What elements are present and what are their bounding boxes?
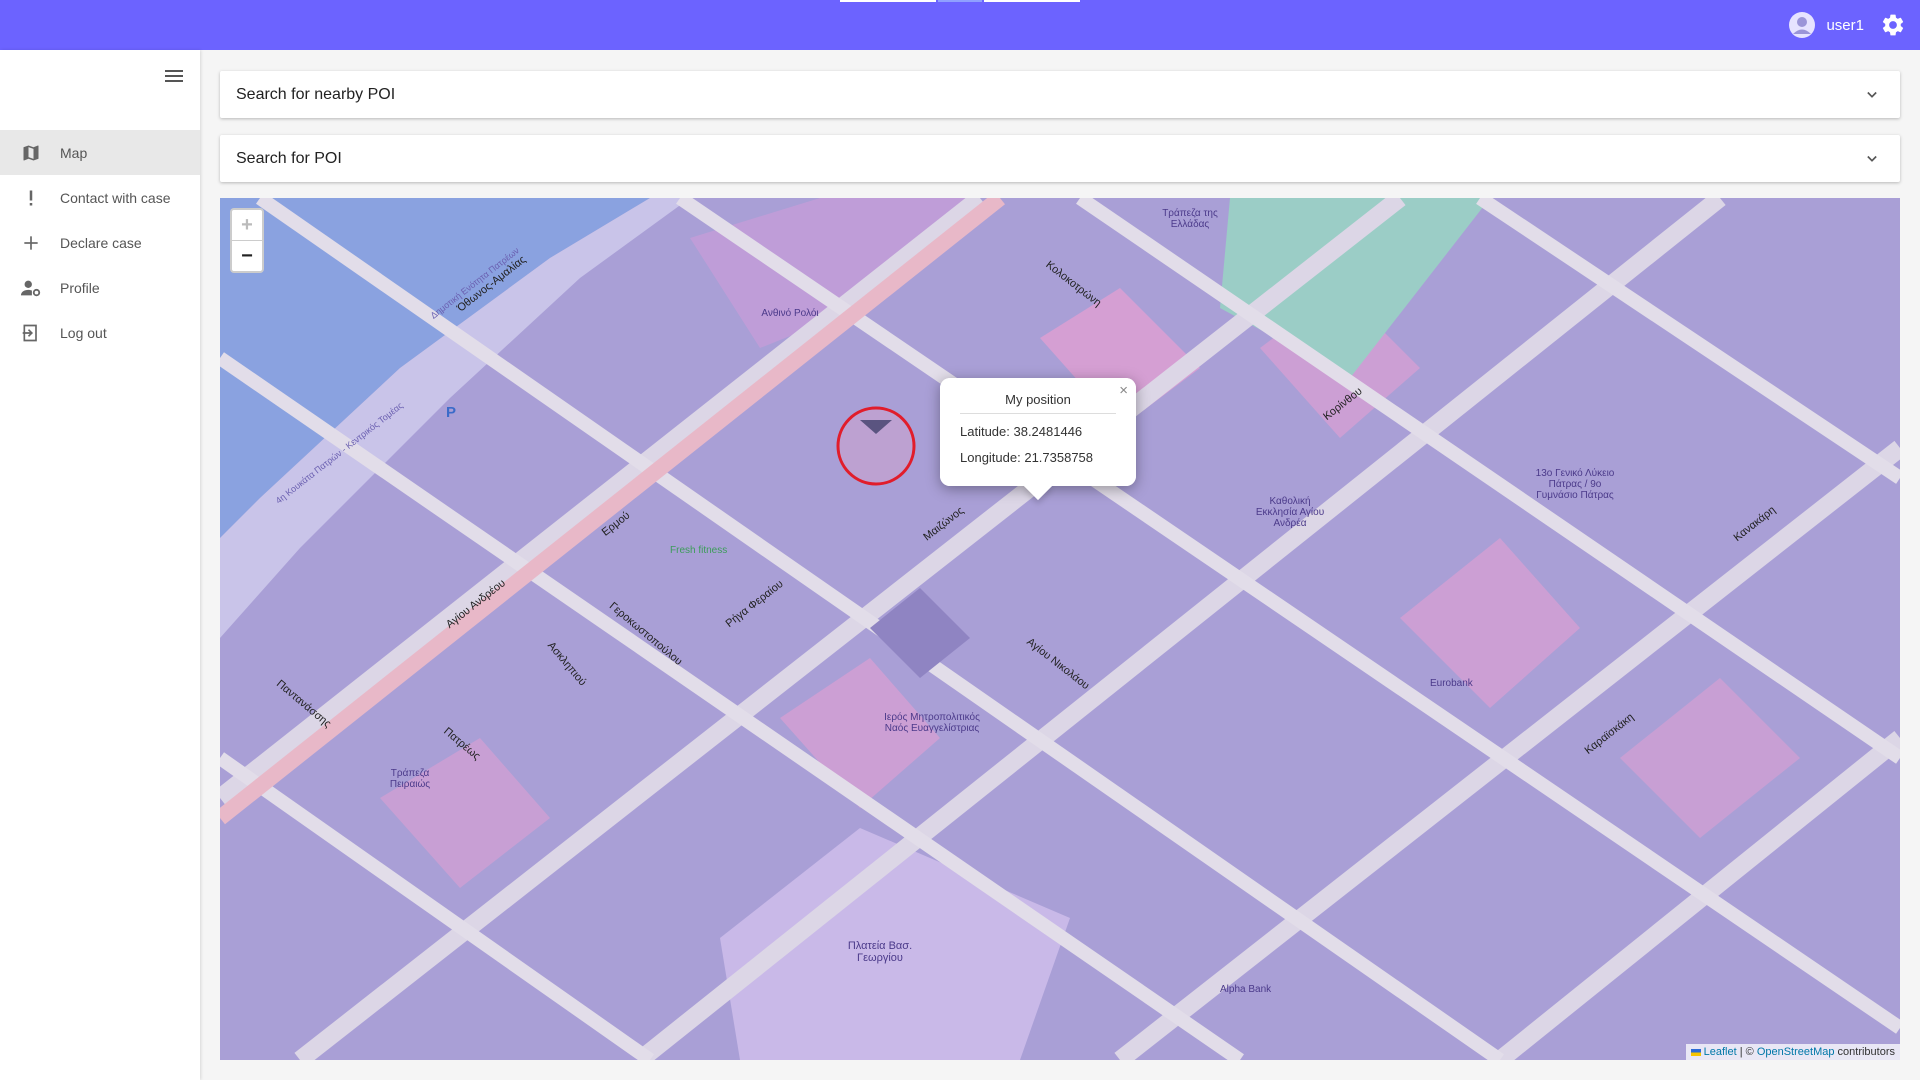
ukraine-flag-icon — [1690, 1048, 1701, 1056]
zoom-out-button[interactable]: − — [232, 240, 262, 271]
popup-content: My position Latitude: 38.2481446 Longitu… — [940, 378, 1136, 486]
map-label-square: Πλατεία Βασ. Γεωργίου — [847, 940, 913, 964]
poi-accordion[interactable]: Search for POI — [220, 135, 1900, 182]
sidebar-item-contact-with-case[interactable]: Contact with case — [0, 175, 200, 220]
account-circle-icon — [1789, 12, 1816, 38]
attribution-suffix: contributors — [1834, 1046, 1895, 1058]
sidebar-item-profile[interactable]: Profile — [0, 265, 200, 310]
attribution-separator: | © — [1736, 1046, 1757, 1058]
map-tiles — [220, 198, 1900, 1060]
map-label-bank2: Τράπεζα της Ελλάδας — [1162, 208, 1218, 230]
popup-close-button[interactable]: × — [1119, 382, 1128, 399]
map-label-fresh-fitness: Fresh fitness — [670, 545, 728, 556]
map-label-clock: Ανθινό Ρολόι — [761, 308, 819, 319]
map-attribution: Leaflet | © OpenStreetMap contributors — [1685, 1044, 1900, 1060]
user-settings-icon — [20, 277, 42, 299]
nearby-poi-accordion-title: Search for nearby POI — [236, 85, 396, 103]
sidebar-item-label: Log out — [60, 324, 107, 341]
user-menu[interactable]: user1 — [1788, 10, 1864, 40]
popup-divider — [960, 413, 1116, 414]
menu-hamburger-icon[interactable] — [162, 64, 186, 88]
popup-latitude: Latitude: 38.2481446 — [960, 424, 1083, 439]
sidebar-item-map[interactable]: Map — [0, 130, 200, 175]
nearby-poi-accordion[interactable]: Search for nearby POI — [220, 71, 1900, 118]
sidebar-item-declare-case[interactable]: Declare case — [0, 220, 200, 265]
popup-longitude: Longitude: 21.7358758 — [960, 450, 1094, 465]
sidebar-item-label: Map — [60, 144, 88, 161]
sidebar-nav: Map Contact with case Declare case Profi… — [0, 130, 200, 355]
chevron-down-icon — [1867, 155, 1877, 162]
sidebar-item-label: Declare case — [60, 234, 142, 251]
top-app-bar: user1 — [0, 0, 1920, 50]
map-icon — [20, 142, 42, 164]
sidebar: Map Contact with case Declare case Profi… — [0, 50, 200, 1080]
sidebar-item-label: Contact with case — [60, 189, 171, 206]
map-label-agios-andreas: Καθολική Εκκλησία Αγίου Ανδρέα — [1255, 496, 1325, 529]
map-label-eurobank: Eurobank — [1430, 678, 1473, 689]
zoom-control: + − — [230, 208, 264, 273]
sidebar-item-label: Profile — [60, 279, 100, 296]
map-label-bank: Τράπεζα Πειραιώς — [389, 768, 431, 790]
top-tab-indicator — [984, 0, 1080, 2]
exclamation-icon — [20, 187, 42, 209]
parking-icon: P — [446, 404, 457, 421]
map-label-alpha-bank: Alpha Bank — [1220, 984, 1272, 995]
logout-icon — [20, 322, 42, 344]
plus-icon — [20, 232, 42, 254]
settings-gear-icon[interactable] — [1880, 12, 1906, 38]
zoom-in-button[interactable]: + — [232, 210, 262, 240]
map-label-church: Ιερός Μητροπολιτικός Ναός Ευαγγελίστριας — [884, 712, 980, 734]
map-view[interactable]: Ιερός Μητροπολιτικός Ναός Ευαγγελίστριας… — [220, 198, 1900, 1060]
map-label-lykeio: 13ο Γενικό Λύκειο Πάτρας / 9ο Γυμνάσιο Π… — [1535, 468, 1615, 501]
osm-link[interactable]: OpenStreetMap — [1757, 1046, 1835, 1058]
chevron-down-icon — [1867, 91, 1877, 98]
popup-title: My position — [1005, 392, 1071, 407]
top-tab-indicator — [840, 0, 936, 2]
position-popup: My position Latitude: 38.2481446 Longitu… — [940, 378, 1136, 501]
sidebar-item-log-out[interactable]: Log out — [0, 310, 200, 355]
poi-accordion-title: Search for POI — [236, 149, 342, 167]
top-tab-indicator-active — [938, 0, 982, 2]
username-label: user1 — [1826, 16, 1864, 34]
leaflet-link[interactable]: Leaflet — [1704, 1046, 1737, 1058]
